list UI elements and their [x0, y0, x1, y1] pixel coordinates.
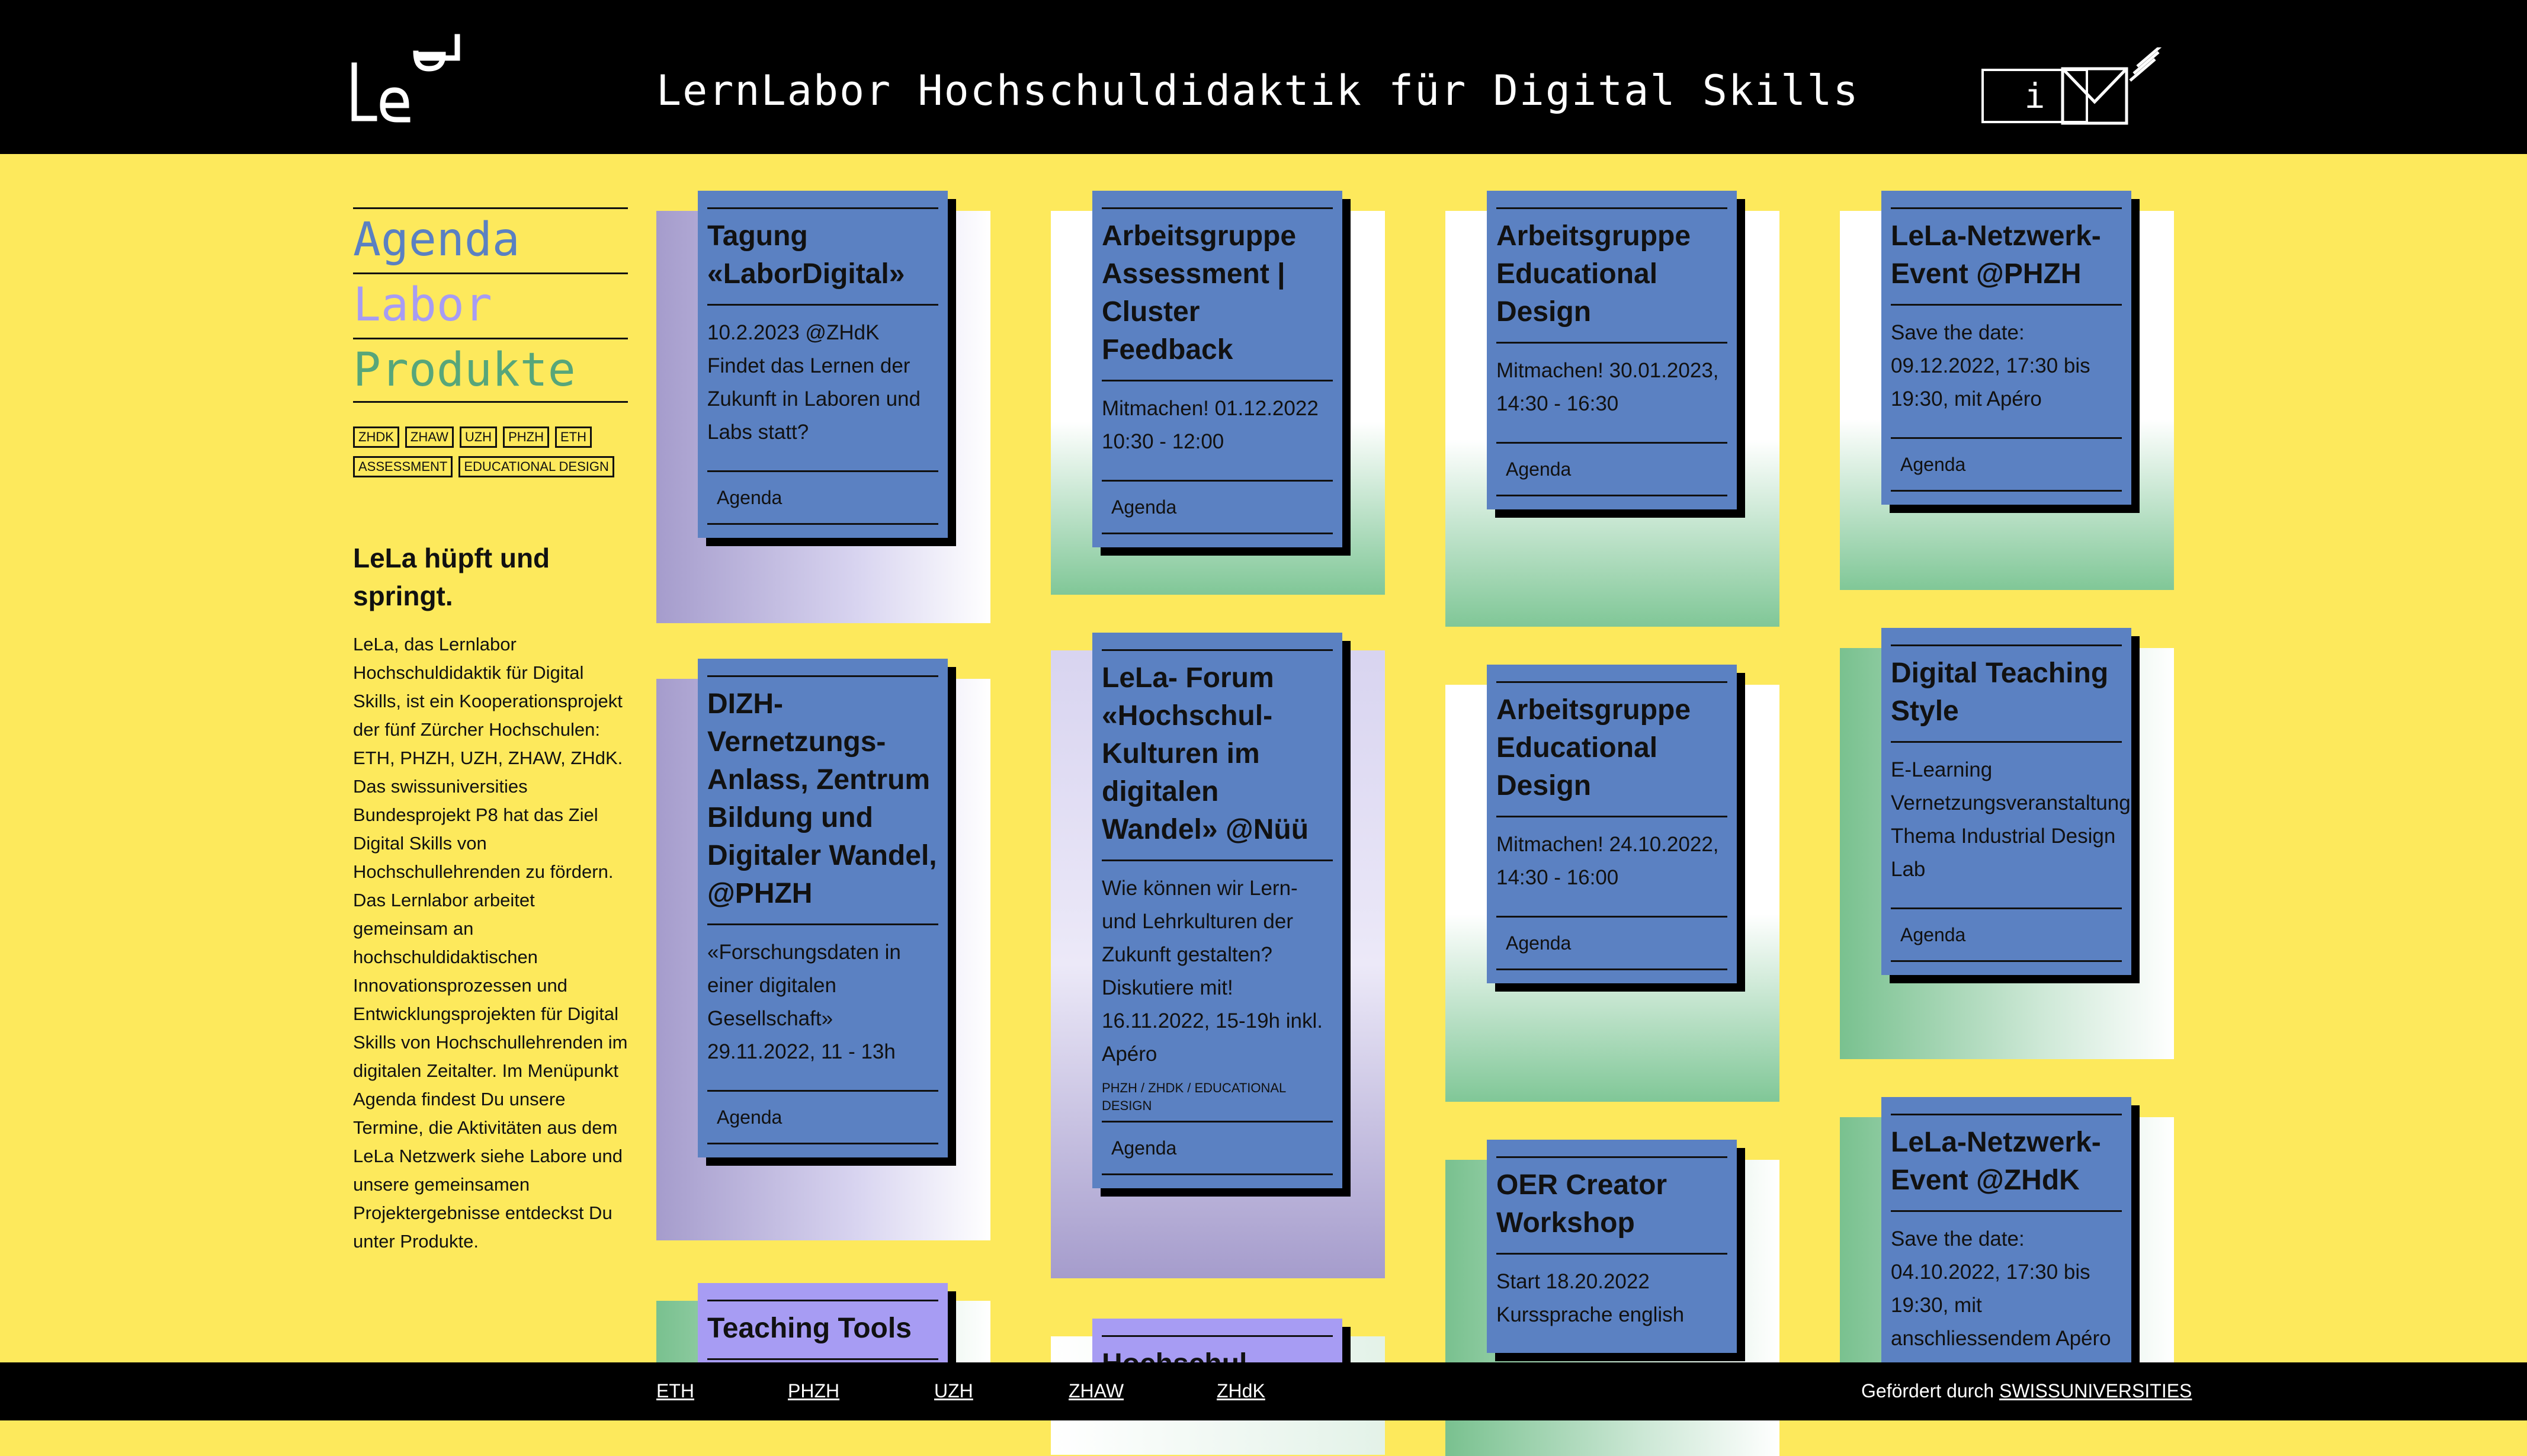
footer-link-zhdk[interactable]: ZHdK — [1217, 1380, 1265, 1402]
card-tags: PHZH / ZHDK / EDUCATIONAL DESIGN — [1102, 1080, 1286, 1113]
card-title: LeLa-Netzwerk-Event @PHZH — [1891, 207, 2122, 306]
card-agenda-link[interactable]: Agenda — [1102, 480, 1333, 534]
product-card[interactable]: Teaching Tools — [698, 1283, 948, 1373]
card-body: Mitmachen! 30.01.2023, 14:30 - 16:30 — [1496, 359, 1719, 415]
card-title: Arbeitsgruppe Assessment | Cluster Feedb… — [1102, 207, 1333, 381]
tag-zhaw[interactable]: ZHAW — [405, 426, 454, 448]
tag-phzh[interactable]: PHZH — [503, 426, 549, 448]
card-title: LeLa- Forum «Hochschul-Kulturen im digit… — [1102, 649, 1333, 861]
event-card[interactable]: LeLa-Netzwerk-Event @PHZH Save the date:… — [1881, 191, 2131, 505]
tag-educational-design[interactable]: EDUCATIONAL DESIGN — [458, 456, 614, 477]
event-card[interactable]: Tagung «LaborDigital» 10.2.2023 @ZHdK Fi… — [698, 191, 948, 538]
card-title: Arbeitsgruppe Educational Design — [1496, 681, 1727, 817]
intro-text: LeLa, das Lernlabor Hochschuldidaktik fü… — [353, 634, 628, 1252]
card-agenda-link[interactable]: Agenda — [1496, 442, 1727, 496]
event-card[interactable]: LeLa- Forum «Hochschul-Kulturen im digit… — [1092, 633, 1342, 1188]
card-agenda-link[interactable]: Agenda — [1102, 1121, 1333, 1175]
site-footer: ETH PHZH UZH ZHAW ZHdK Gefördert durch S… — [0, 1362, 2527, 1420]
card-agenda-link[interactable]: Agenda — [1496, 916, 1727, 970]
card-title: Teaching Tools — [707, 1300, 938, 1360]
card-title: Digital Teaching Style — [1891, 644, 2122, 743]
intro-title: LeLa hüpft und springt. — [353, 543, 550, 611]
nav-produkte[interactable]: Produkte — [353, 338, 628, 403]
event-card[interactable]: Arbeitsgruppe Educational Design Mitmach… — [1487, 665, 1737, 983]
tag-assessment[interactable]: ASSESSMENT — [353, 456, 453, 477]
footer-link-eth[interactable]: ETH — [656, 1380, 694, 1402]
mail-icon[interactable] — [2060, 47, 2167, 130]
card-title: Arbeitsgruppe Educational Design — [1496, 207, 1727, 344]
footer-link-zhaw[interactable]: ZHAW — [1069, 1380, 1124, 1402]
footer-link-uzh[interactable]: UZH — [934, 1380, 973, 1402]
swissuniversities-link[interactable]: SWISSUNIVERSITIES — [1999, 1380, 2192, 1402]
tag-eth[interactable]: ETH — [554, 426, 592, 448]
funding-prefix: Gefördert durch — [1861, 1380, 1994, 1402]
card-body: Mitmachen! 24.10.2022, 14:30 - 16:00 — [1496, 833, 1719, 889]
card-body: Save the date: 04.10.2022, 17:30 bis 19:… — [1891, 1227, 2111, 1350]
nav-agenda[interactable]: Agenda — [353, 207, 628, 272]
card-body: Wie können wir Lern- und Lehrkulturen de… — [1102, 877, 1323, 1066]
info-icon: i — [2024, 76, 2045, 116]
tag-zhdk[interactable]: ZHdK — [353, 426, 399, 448]
card-title: LeLa-Netzwerk-Event @ZHdK — [1891, 1114, 2122, 1212]
card-body: Save the date: 09.12.2022, 17:30 bis 19:… — [1891, 321, 2090, 410]
card-title: DIZH-Vernetzungs-Anlass, Zentrum Bildung… — [707, 675, 938, 925]
card-agenda-link[interactable]: Agenda — [1891, 437, 2122, 492]
funding-note: Gefördert durch SWISSUNIVERSITIES — [1861, 1380, 2192, 1402]
event-card[interactable]: Arbeitsgruppe Assessment | Cluster Feedb… — [1092, 191, 1342, 547]
card-body: Mitmachen! 01.12.2022 10:30 - 12:00 — [1102, 397, 1319, 453]
site-title: LernLabor Hochschuldidaktik für Digital … — [656, 66, 1859, 115]
card-agenda-link[interactable]: Agenda — [707, 1090, 938, 1144]
site-header: LernLabor Hochschuldidaktik für Digital … — [0, 0, 2527, 154]
card-body: «Forschungsdaten in einer digitalen Gese… — [707, 941, 901, 1063]
product-card[interactable]: Digital Teaching Style E-Learning Vernet… — [1881, 628, 2131, 975]
filter-tags: ZHdK ZHAW UZH PHZH ETH ASSESSMENT EDUCAT… — [353, 426, 637, 486]
footer-link-phzh[interactable]: PHZH — [788, 1380, 839, 1402]
card-agenda-link[interactable]: Agenda — [1891, 907, 2122, 962]
event-card[interactable]: LeLa-Netzwerk-Event @ZHdK Save the date:… — [1881, 1097, 2131, 1377]
tag-uzh[interactable]: UZH — [459, 426, 498, 448]
lela-logo[interactable] — [349, 30, 468, 130]
event-card[interactable]: DIZH-Vernetzungs-Anlass, Zentrum Bildung… — [698, 659, 948, 1157]
card-title: OER Creator Workshop — [1496, 1156, 1727, 1255]
product-card[interactable]: OER Creator Workshop Start 18.20.2022 Ku… — [1487, 1140, 1737, 1353]
sidebar: Agenda Labor Produkte ZHdK ZHAW UZH PHZH… — [353, 207, 628, 1256]
nav-labor[interactable]: Labor — [353, 272, 628, 338]
card-body: 10.2.2023 @ZHdK Findet das Lernen der Zu… — [707, 321, 921, 444]
card-body: E-Learning Vernetzungsveranstaltung Them… — [1891, 758, 2131, 881]
card-agenda-link[interactable]: Agenda — [707, 470, 938, 525]
card-title: Tagung «LaborDigital» — [707, 207, 938, 306]
event-card[interactable]: Arbeitsgruppe Educational Design Mitmach… — [1487, 191, 1737, 509]
card-body: Start 18.20.2022 Kurssprache english — [1496, 1270, 1685, 1326]
